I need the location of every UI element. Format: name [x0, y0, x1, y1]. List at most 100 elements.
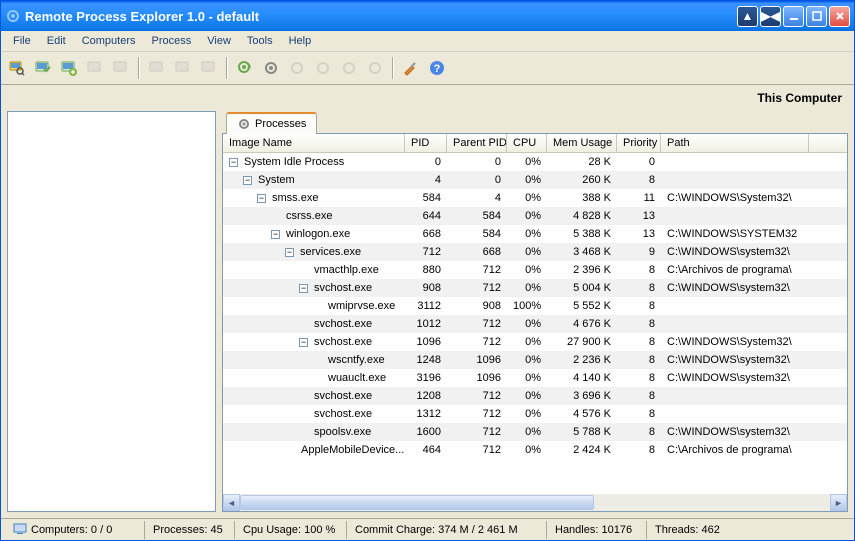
cell: 2 396 K	[547, 264, 617, 276]
cell: 908	[447, 300, 507, 312]
find-computer-icon[interactable]	[5, 56, 29, 80]
cell: C:\WINDOWS\system32\	[661, 246, 809, 258]
grid-body[interactable]: −System Idle Process000%28 K0−System400%…	[223, 153, 847, 494]
process-row[interactable]: −System Idle Process000%28 K0	[223, 153, 847, 171]
status-threads: Threads: 462	[655, 524, 720, 536]
scroll-left-button[interactable]: ◄	[223, 494, 240, 511]
cell: 4 828 K	[547, 210, 617, 222]
cell: 464	[405, 444, 447, 456]
cell: 8	[617, 354, 661, 366]
titlebar-custom-up-button[interactable]: ▲	[737, 6, 758, 27]
cell: C:\WINDOWS\SYSTEM32	[661, 228, 809, 240]
help-icon[interactable]: ?	[425, 56, 449, 80]
minimize-button[interactable]	[783, 6, 804, 27]
process-row[interactable]: −svchost.exe9087120%5 004 K8C:\WINDOWS\s…	[223, 279, 847, 297]
tree-expander-icon[interactable]: −	[271, 230, 280, 239]
process-row[interactable]: csrss.exe6445840%4 828 K13	[223, 207, 847, 225]
right-panel: Processes Image NamePIDParent PIDCPUMem …	[222, 111, 848, 512]
cell: 0%	[507, 192, 547, 204]
computer-disabled-5-icon	[197, 56, 221, 80]
process-row[interactable]: spoolsv.exe16007120%5 788 K8C:\WINDOWS\s…	[223, 423, 847, 441]
column-header[interactable]: Priority	[617, 134, 661, 152]
cell: 1312	[405, 408, 447, 420]
cell: 8	[617, 174, 661, 186]
horizontal-scrollbar[interactable]: ◄ ►	[223, 494, 847, 511]
cell: 100%	[507, 300, 547, 312]
tree-expander-icon[interactable]: −	[285, 248, 294, 257]
cell: 260 K	[547, 174, 617, 186]
menu-file[interactable]: File	[5, 33, 39, 49]
process-name: wscntfy.exe	[328, 354, 385, 366]
gear-disabled-4-icon	[363, 56, 387, 80]
cell: 668	[405, 228, 447, 240]
cell: 0%	[507, 174, 547, 186]
process-name: smss.exe	[272, 192, 318, 204]
column-header[interactable]: Mem Usage	[547, 134, 617, 152]
computers-tree-panel[interactable]	[7, 111, 216, 512]
menu-help[interactable]: Help	[281, 33, 320, 49]
tree-expander-icon[interactable]: −	[299, 284, 308, 293]
scroll-thumb[interactable]	[240, 495, 594, 510]
computer-check-icon[interactable]	[31, 56, 55, 80]
cell: 4 576 K	[547, 408, 617, 420]
toolbar-separator	[392, 57, 394, 79]
cell: 27 900 K	[547, 336, 617, 348]
process-row[interactable]: vmacthlp.exe8807120%2 396 K8C:\Archivos …	[223, 261, 847, 279]
maximize-button[interactable]	[806, 6, 827, 27]
cell: 0%	[507, 426, 547, 438]
column-header[interactable]: Image Name	[223, 134, 405, 152]
menu-view[interactable]: View	[199, 33, 239, 49]
process-row[interactable]: −services.exe7126680%3 468 K9C:\WINDOWS\…	[223, 243, 847, 261]
process-name: csrss.exe	[286, 210, 332, 222]
cell: 388 K	[547, 192, 617, 204]
tree-expander-icon[interactable]: −	[243, 176, 252, 185]
process-row[interactable]: AppleMobileDevice...4647120%2 424 K8C:\A…	[223, 441, 847, 459]
process-row[interactable]: svchost.exe13127120%4 576 K8	[223, 405, 847, 423]
process-row[interactable]: −smss.exe58440%388 K11C:\WINDOWS\System3…	[223, 189, 847, 207]
cell: 0%	[507, 156, 547, 168]
menu-edit[interactable]: Edit	[39, 33, 74, 49]
tab-processes[interactable]: Processes	[226, 112, 317, 134]
process-row[interactable]: svchost.exe12087120%3 696 K8	[223, 387, 847, 405]
cell: 8	[617, 264, 661, 276]
close-button[interactable]	[829, 6, 850, 27]
cell: C:\WINDOWS\system32\	[661, 282, 809, 294]
cell: 0%	[507, 264, 547, 276]
tree-expander-icon[interactable]: −	[299, 338, 308, 347]
process-row[interactable]: −svchost.exe10967120%27 900 K8C:\WINDOWS…	[223, 333, 847, 351]
process-row[interactable]: wuauclt.exe319610960%4 140 K8C:\WINDOWS\…	[223, 369, 847, 387]
tools-icon[interactable]	[399, 56, 423, 80]
scroll-right-button[interactable]: ►	[830, 494, 847, 511]
computer-add-icon[interactable]	[57, 56, 81, 80]
column-header[interactable]: PID	[405, 134, 447, 152]
cell: 668	[447, 246, 507, 258]
computer-name-label: This Computer	[1, 85, 854, 111]
cell: C:\WINDOWS\system32\	[661, 372, 809, 384]
cell: 8	[617, 282, 661, 294]
titlebar-custom-sync-button[interactable]: ▶◀	[760, 6, 781, 27]
cell: C:\WINDOWS\system32\	[661, 426, 809, 438]
tree-expander-icon[interactable]: −	[257, 194, 266, 203]
column-header[interactable]: Path	[661, 134, 809, 152]
process-row[interactable]: −System400%260 K8	[223, 171, 847, 189]
cell: 908	[405, 282, 447, 294]
cell: 1096	[405, 336, 447, 348]
column-header[interactable]: Parent PID	[447, 134, 507, 152]
process-row[interactable]: svchost.exe10127120%4 676 K8	[223, 315, 847, 333]
process-row[interactable]: −winlogon.exe6685840%5 388 K13C:\WINDOWS…	[223, 225, 847, 243]
menu-tools[interactable]: Tools	[239, 33, 281, 49]
app-icon	[5, 8, 21, 24]
gear-refresh-icon[interactable]	[233, 56, 257, 80]
window-title: Remote Process Explorer 1.0 - default	[25, 9, 259, 24]
toolbar-separator	[138, 57, 140, 79]
menu-process[interactable]: Process	[144, 33, 200, 49]
process-row[interactable]: wmiprvse.exe3112908100%5 552 K8	[223, 297, 847, 315]
titlebar[interactable]: Remote Process Explorer 1.0 - default ▲ …	[1, 1, 854, 31]
process-row[interactable]: wscntfy.exe124810960%2 236 K8C:\WINDOWS\…	[223, 351, 847, 369]
process-name: svchost.exe	[314, 282, 372, 294]
tree-expander-icon[interactable]: −	[229, 158, 238, 167]
menu-computers[interactable]: Computers	[74, 33, 144, 49]
column-header[interactable]: CPU	[507, 134, 547, 152]
gear-disabled-3-icon	[337, 56, 361, 80]
gear-stop-icon[interactable]	[259, 56, 283, 80]
